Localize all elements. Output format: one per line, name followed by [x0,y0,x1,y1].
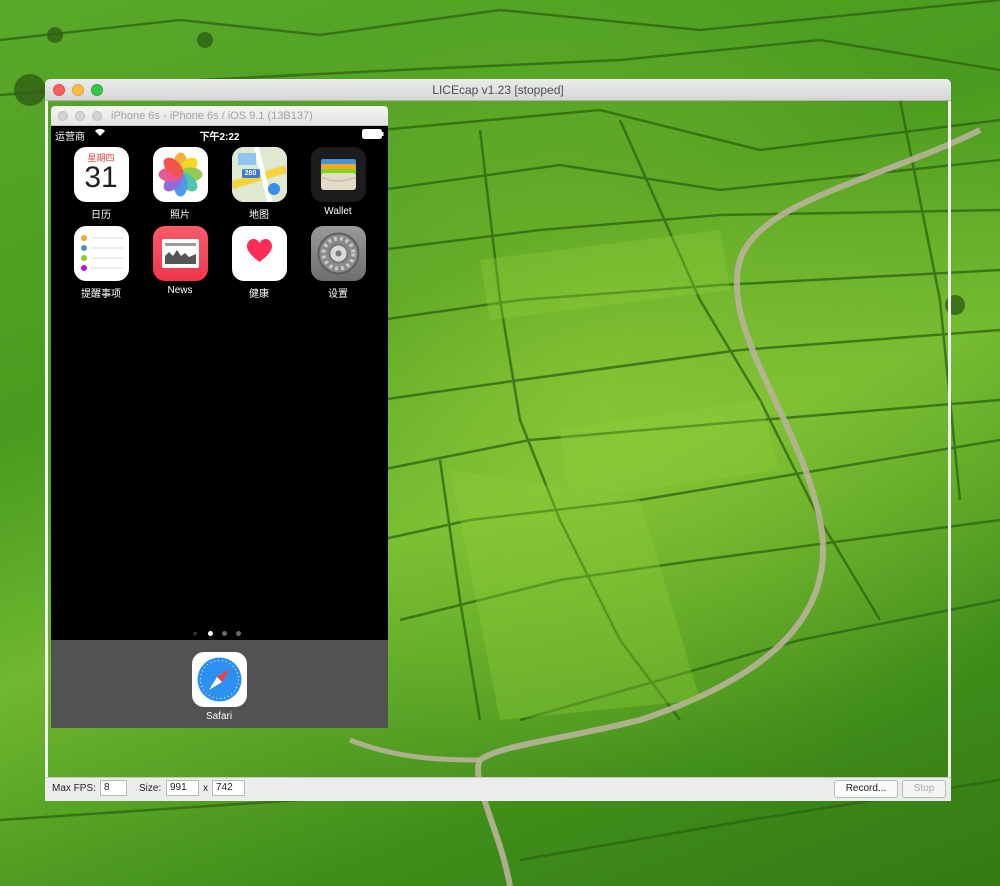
app-photos[interactable]: 照片 [148,147,212,221]
max-fps-input[interactable]: 8 [100,780,127,796]
app-label-safari: Safari [205,711,233,722]
sim-close-button[interactable] [58,111,68,121]
photos-icon [152,147,208,202]
app-label-health: 健康 [249,289,269,300]
size-separator: x [203,783,208,794]
health-icon [231,226,287,281]
calendar-icon: 星期四 31 [73,147,129,202]
app-news[interactable]: News [148,226,212,296]
height-input[interactable]: 742 [212,780,245,796]
app-label-reminders: 提醒事项 [81,289,121,300]
app-label-photos: 照片 [170,210,190,221]
licecap-control-bar: Max FPS: 8 Size: 991 x 742 Record... Sto… [45,777,951,801]
page-dot [222,631,227,636]
page-dot-current [208,631,213,636]
battery-icon [362,129,384,142]
page-indicator[interactable]: ⌕ [191,629,251,639]
maps-icon: 280 [231,147,287,202]
app-label-maps: 地图 [249,210,269,221]
maps-route-label: 280 [244,170,257,177]
max-fps-label: Max FPS: [52,783,96,794]
app-maps[interactable]: 280 地图 [227,147,291,221]
licecap-titlebar[interactable]: LICEcap v1.23 [stopped] [45,79,951,101]
settings-icon [310,226,366,281]
app-settings[interactable]: 设置 [306,226,370,300]
reminders-icon [73,226,129,281]
sim-maximize-button[interactable] [92,111,102,121]
dock: Safari [51,640,388,728]
app-health[interactable]: 健康 [227,226,291,300]
simulator-window: iPhone 6s - iPhone 6s / iOS 9.1 (13B137)… [51,106,388,728]
calendar-day: 31 [84,161,118,194]
stop-button[interactable]: Stop [902,780,946,798]
phone-screen[interactable]: 运营商 下午2:22 星期四 31 日历 照片 280 地图 Wallet 提醒… [51,126,388,728]
size-label: Size: [139,783,162,794]
safari-icon [191,652,247,707]
width-input[interactable]: 991 [166,780,199,796]
sim-minimize-button[interactable] [75,111,85,121]
spotlight-search-icon: ⌕ [193,629,198,638]
simulator-titlebar[interactable]: iPhone 6s - iPhone 6s / iOS 9.1 (13B137) [51,106,388,126]
status-time: 下午2:22 [199,132,240,143]
record-button[interactable]: Record... [834,780,898,798]
news-icon [152,226,208,281]
app-label-calendar: 日历 [91,210,111,221]
page-dot [236,631,241,636]
app-wallet[interactable]: Wallet [306,147,370,217]
app-label-news: News [167,285,193,296]
app-calendar[interactable]: 星期四 31 日历 [69,147,133,221]
app-label-wallet: Wallet [324,206,352,217]
wallet-icon [310,147,366,202]
app-label-settings: 设置 [328,289,348,300]
app-reminders[interactable]: 提醒事项 [69,226,133,300]
app-safari[interactable]: Safari [187,652,251,722]
simulator-window-title: iPhone 6s - iPhone 6s / iOS 9.1 (13B137) [111,110,313,122]
licecap-window-title: LICEcap v1.23 [stopped] [432,83,564,97]
status-bar: 运营商 下午2:22 [51,126,388,143]
